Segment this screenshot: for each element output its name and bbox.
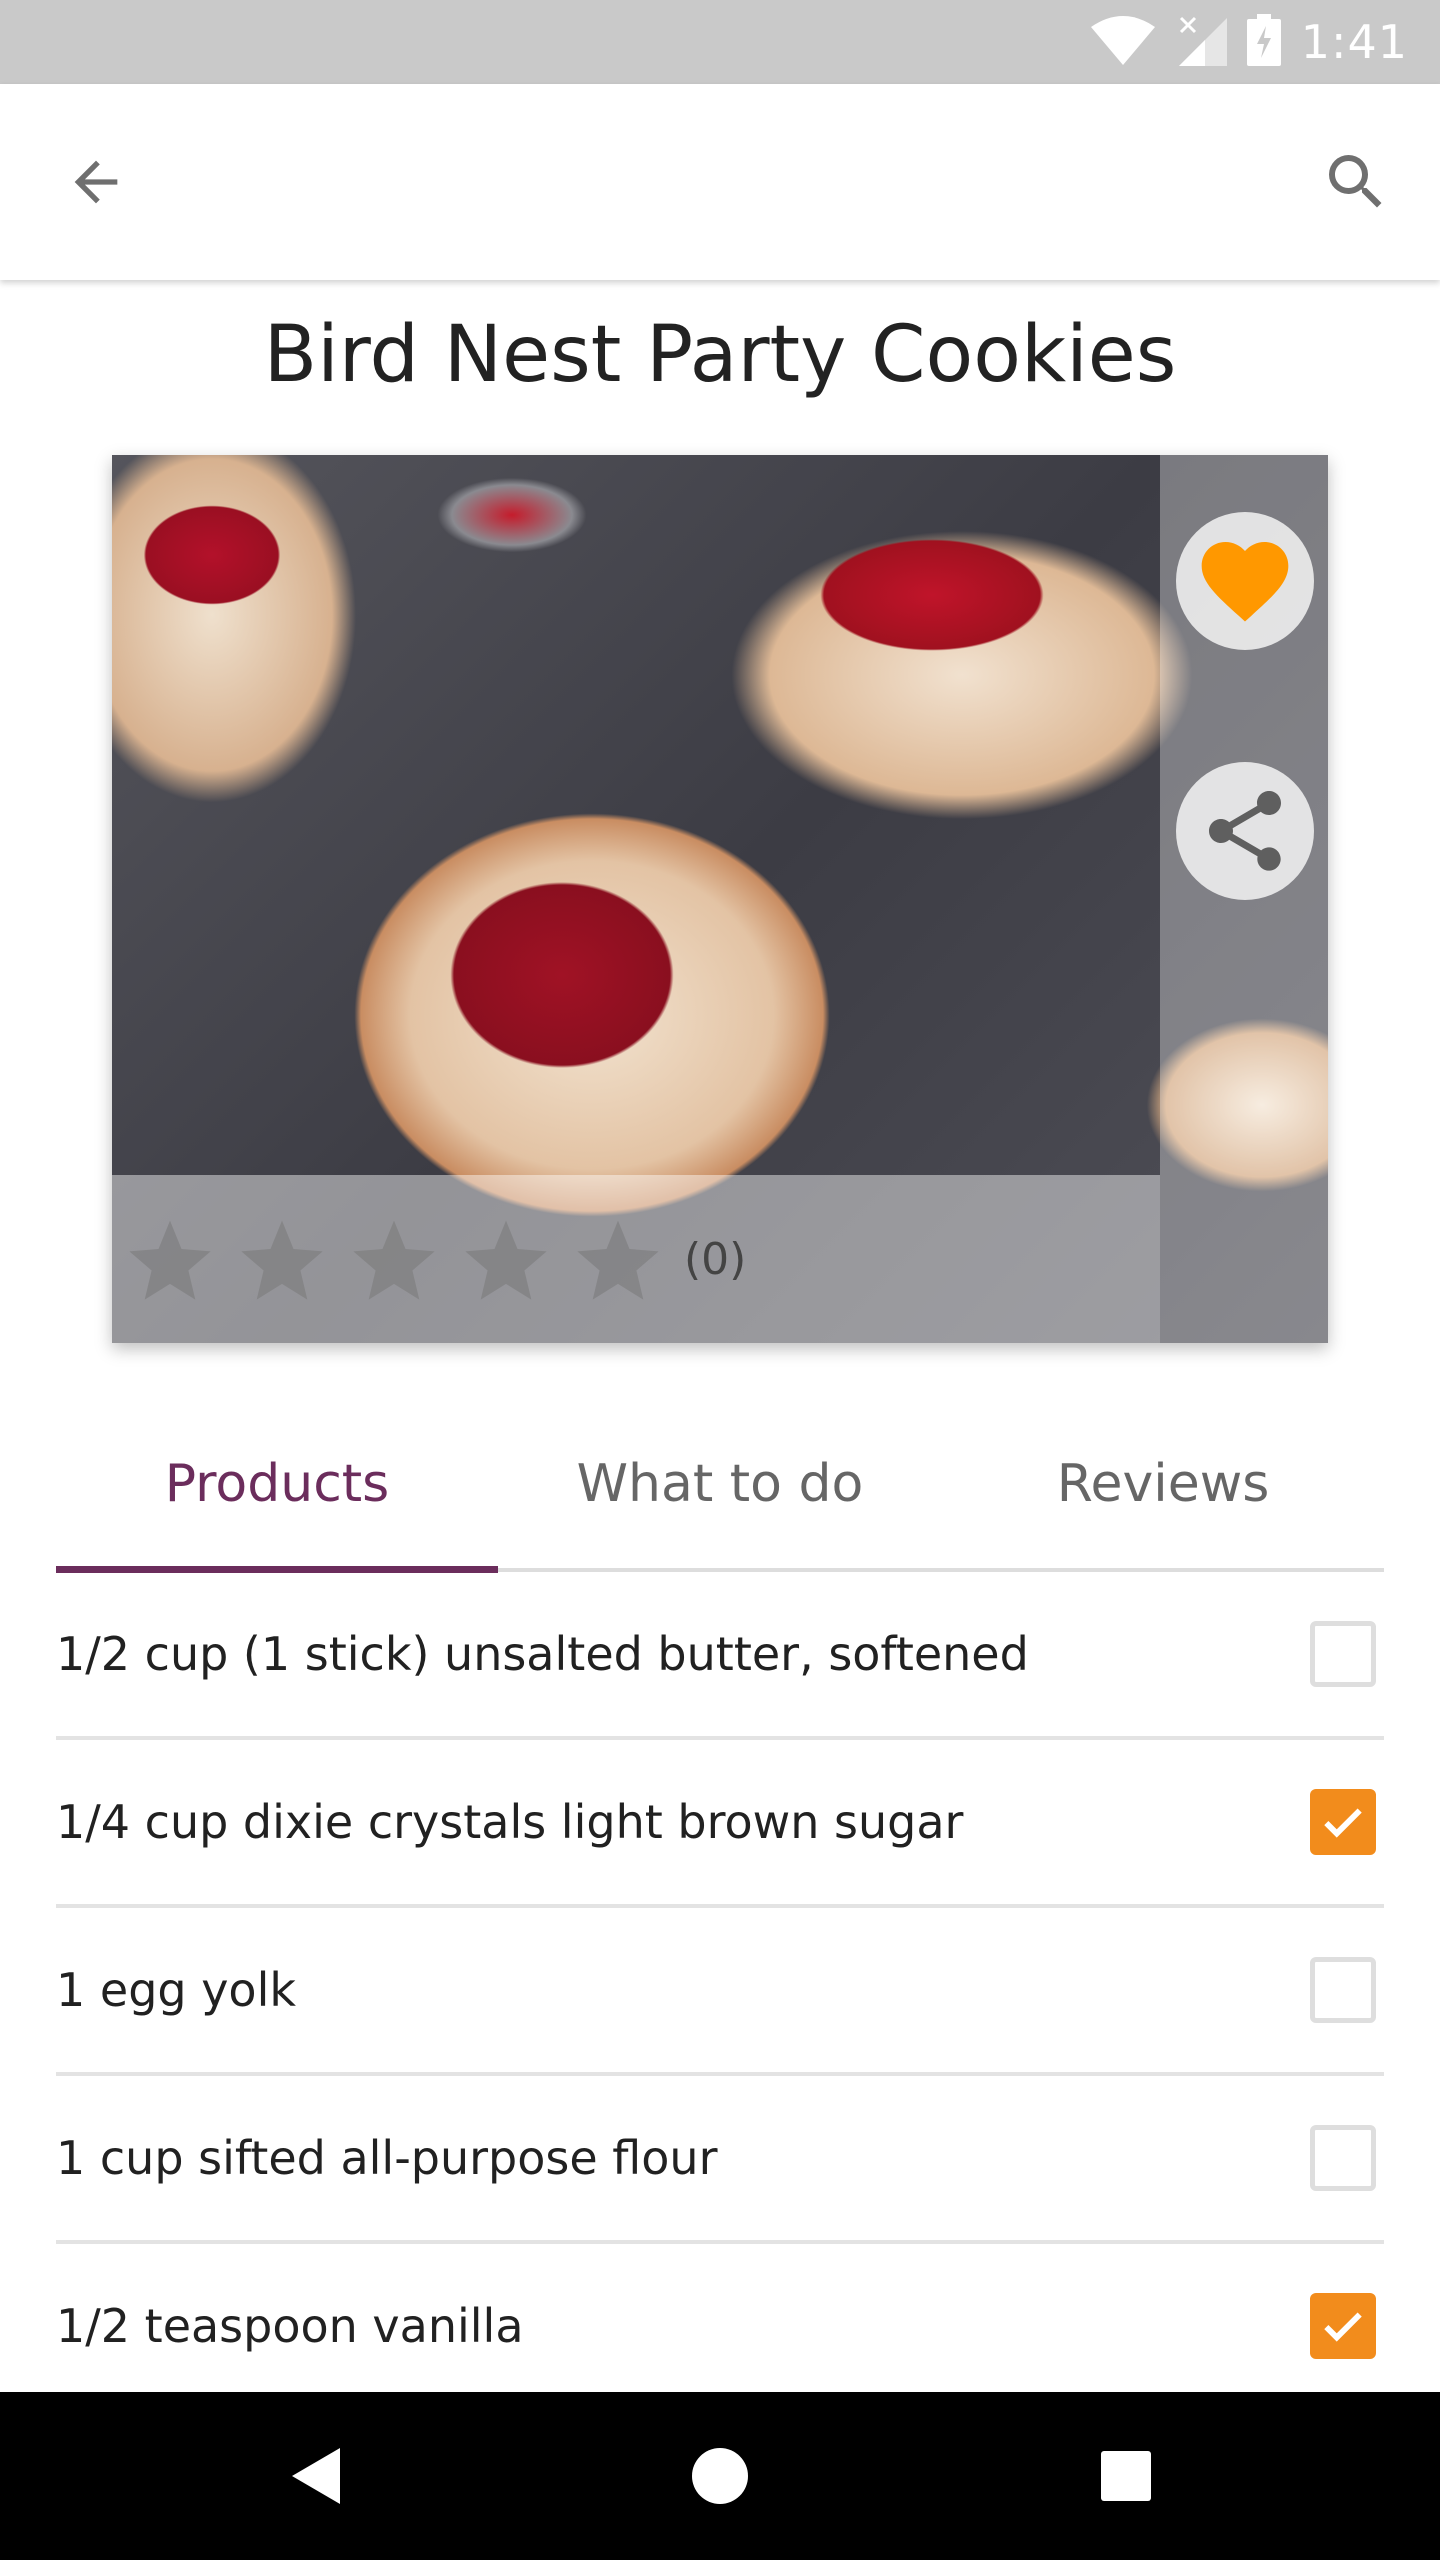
star-icon[interactable] (124, 1213, 216, 1305)
ingredient-label: 1/2 cup (1 stick) unsalted butter, softe… (56, 1627, 1029, 1681)
nav-home-button[interactable] (680, 2436, 760, 2516)
battery-charging-icon (1246, 14, 1281, 70)
nav-home-icon (692, 2448, 748, 2504)
ingredient-row[interactable]: 1/2 cup (1 stick) unsalted butter, softe… (56, 1572, 1384, 1740)
recipe-title: Bird Nest Party Cookies (263, 310, 1177, 400)
ingredient-row[interactable]: 1 egg yolk (56, 1908, 1384, 2076)
status-time: 1:41 (1300, 15, 1408, 69)
wifi-icon (1090, 15, 1155, 69)
ingredient-label: 1 egg yolk (56, 1963, 296, 2017)
star-icon[interactable] (348, 1213, 440, 1305)
nav-recents-icon (1101, 2451, 1151, 2501)
signal-off-icon (1175, 14, 1227, 70)
ingredient-checkbox[interactable] (1310, 1789, 1376, 1855)
ingredient-row[interactable]: 1 cup sifted all-purpose flour (56, 2076, 1384, 2244)
checkmark-icon (1324, 2312, 1362, 2342)
rating-count: (0) (684, 1233, 747, 1285)
search-icon (1329, 155, 1382, 208)
rating-bar: (0) (112, 1175, 1160, 1343)
ingredient-label: 1 cup sifted all-purpose flour (56, 2131, 718, 2185)
ingredient-list: 1/2 cup (1 stick) unsalted butter, softe… (56, 1572, 1384, 2412)
recipe-tabs: Products What to do Reviews (56, 1400, 1384, 1573)
tab-what-to-do[interactable]: What to do (499, 1400, 941, 1568)
ingredient-row[interactable]: 1/4 cup dixie crystals light brown sugar (56, 1740, 1384, 1908)
heart-icon (1201, 542, 1289, 622)
ingredient-label: 1/2 teaspoon vanilla (56, 2299, 524, 2353)
favorite-button[interactable] (1176, 512, 1314, 650)
share-icon (1209, 791, 1281, 871)
star-icon[interactable] (236, 1213, 328, 1305)
system-nav-bar (0, 2392, 1440, 2560)
ingredient-checkbox[interactable] (1310, 1621, 1376, 1687)
app-bar (0, 84, 1440, 280)
ingredient-checkbox[interactable] (1310, 2293, 1376, 2359)
search-button[interactable] (1316, 142, 1396, 222)
recipe-photo-card: (0) (112, 455, 1328, 1343)
status-icons: 1:41 (1090, 0, 1408, 84)
checkmark-icon (1324, 1808, 1362, 1838)
star-icon[interactable] (572, 1213, 664, 1305)
tab-products[interactable]: Products (56, 1400, 498, 1568)
back-button[interactable] (56, 142, 136, 222)
arrow-left-icon (74, 160, 118, 204)
nav-recents-button[interactable] (1086, 2436, 1166, 2516)
nav-back-icon (292, 2448, 340, 2504)
ingredient-row[interactable]: 1/2 teaspoon vanilla (56, 2244, 1384, 2412)
tab-reviews[interactable]: Reviews (942, 1400, 1384, 1568)
ingredient-checkbox[interactable] (1310, 2125, 1376, 2191)
ingredient-label: 1/4 cup dixie crystals light brown sugar (56, 1795, 964, 1849)
nav-back-button[interactable] (276, 2436, 356, 2516)
status-bar: 1:41 (0, 0, 1440, 84)
star-icon[interactable] (460, 1213, 552, 1305)
share-button[interactable] (1176, 762, 1314, 900)
ingredient-checkbox[interactable] (1310, 1957, 1376, 2023)
